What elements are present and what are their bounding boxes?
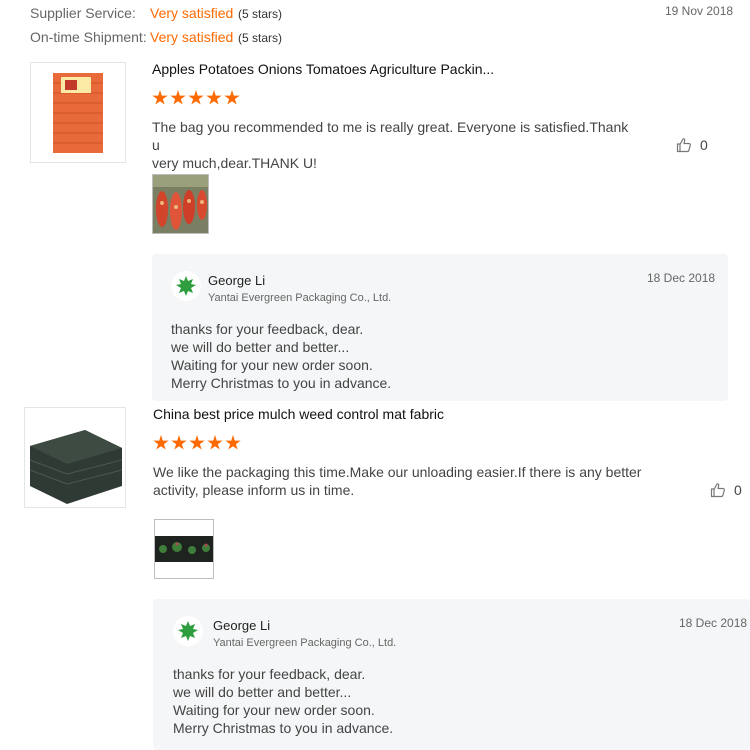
- onion-bags-photo: [153, 175, 208, 233]
- reply-text-line: thanks for your feedback, dear.: [171, 321, 364, 337]
- reply-text-line: Merry Christmas to you in advance.: [173, 720, 394, 736]
- review-photo[interactable]: [152, 174, 209, 234]
- feedback-page: Supplier Service: Very satisfied (5 star…: [0, 0, 750, 750]
- product-title-link[interactable]: Apples Potatoes Onions Tomatoes Agricult…: [152, 61, 494, 77]
- star-icon: [189, 435, 205, 450]
- mesh-bag-image: [53, 73, 103, 153]
- review-text-line: We like the packaging this time.Make our…: [153, 464, 642, 480]
- supplier-reply: George Li Yantai Evergreen Packaging Co.…: [153, 599, 750, 750]
- product-thumbnail[interactable]: [24, 407, 126, 508]
- review-text-line: very much,dear.THANK U!: [152, 155, 317, 171]
- plants-on-mat-photo: [155, 520, 213, 578]
- reply-text: thanks for your feedback, dear. we will …: [171, 320, 391, 392]
- helpful-button[interactable]: 0: [710, 482, 742, 498]
- star-icon: [206, 90, 222, 105]
- helpful-count: 0: [700, 137, 708, 153]
- star-icon: [207, 435, 223, 450]
- review-photo[interactable]: [154, 519, 214, 579]
- reply-text-line: Merry Christmas to you in advance.: [171, 375, 392, 391]
- review-date: 19 Nov 2018: [665, 4, 734, 18]
- star-icon: [188, 90, 204, 105]
- star-icon: [224, 90, 240, 105]
- reply-company: Yantai Evergreen Packaging Co., Ltd.: [208, 292, 392, 304]
- star-icon: [170, 90, 186, 105]
- supplier-service-value: Very satisfied: [150, 5, 234, 21]
- leaf-logo-icon: [178, 621, 198, 641]
- star-icon: [171, 435, 187, 450]
- helpful-button[interactable]: 0: [676, 137, 708, 153]
- supplier-avatar: [171, 271, 201, 301]
- star-icon: [152, 90, 168, 105]
- star-icon: [225, 435, 241, 450]
- reply-text-line: Waiting for your new order soon.: [173, 702, 375, 718]
- reply-text-line: thanks for your feedback, dear.: [173, 666, 366, 682]
- helpful-count: 0: [734, 482, 742, 498]
- review-stars: [152, 90, 240, 106]
- reply-date: 18 Dec 2018: [679, 616, 748, 630]
- review-text: The bag you recommended to me is really …: [152, 118, 632, 172]
- reply-date: 18 Dec 2018: [647, 271, 716, 285]
- thumbs-up-icon: [710, 483, 725, 498]
- review-text-line: The bag you recommended to me is really …: [152, 119, 629, 153]
- reply-author-name: George Li: [208, 273, 266, 288]
- weed-mat-image: [25, 408, 125, 507]
- reply-text-line: we will do better and better...: [171, 339, 350, 355]
- on-time-shipment-value: Very satisfied: [150, 29, 234, 45]
- reply-text-line: Waiting for your new order soon.: [171, 357, 373, 373]
- reply-author-name: George Li: [213, 618, 271, 633]
- supplier-service-label: Supplier Service:: [30, 5, 136, 21]
- on-time-shipment-label: On-time Shipment:: [30, 29, 147, 45]
- on-time-shipment-stars: (5 stars): [238, 31, 283, 45]
- review-stars: [153, 435, 241, 451]
- review-text: We like the packaging this time.Make our…: [153, 463, 673, 499]
- star-icon: [153, 435, 169, 450]
- supplier-service-stars: (5 stars): [238, 7, 283, 21]
- supplier-reply: George Li Yantai Evergreen Packaging Co.…: [152, 254, 728, 401]
- product-thumbnail[interactable]: [30, 62, 126, 163]
- supplier-avatar: [173, 616, 203, 646]
- reply-text: thanks for your feedback, dear. we will …: [173, 665, 393, 737]
- reply-text-line: we will do better and better...: [173, 684, 352, 700]
- product-title-link[interactable]: China best price mulch weed control mat …: [153, 406, 444, 422]
- thumbs-up-icon: [676, 138, 691, 153]
- reply-company: Yantai Evergreen Packaging Co., Ltd.: [213, 637, 397, 649]
- review-text-line: activity, please inform us in time.: [153, 482, 355, 498]
- leaf-logo-icon: [176, 276, 196, 296]
